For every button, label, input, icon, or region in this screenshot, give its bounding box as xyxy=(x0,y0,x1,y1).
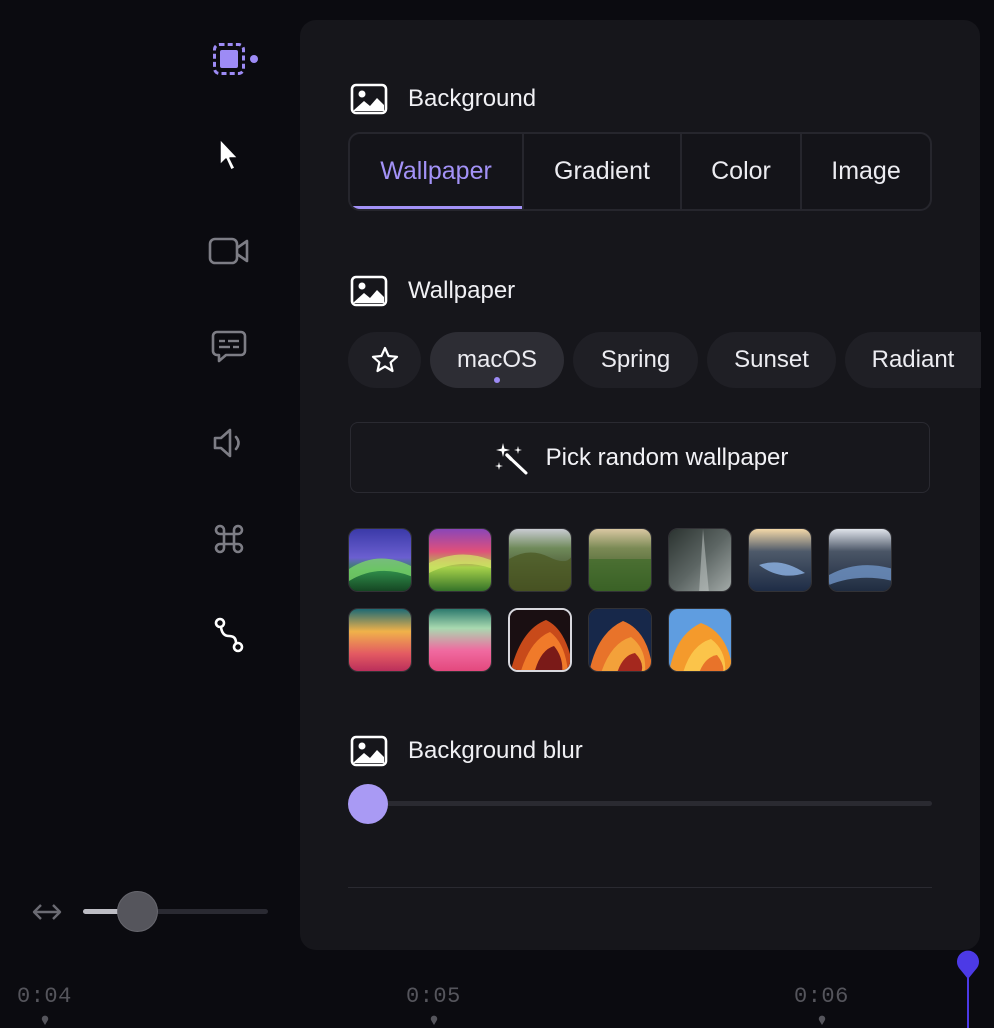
timeline-tick-marker xyxy=(41,1015,49,1025)
pick-random-wallpaper-button[interactable]: Pick random wallpaper xyxy=(350,422,930,493)
favorites-chip[interactable] xyxy=(348,332,421,388)
wallpaper-thumbnail[interactable] xyxy=(588,528,652,592)
magic-wand-icon xyxy=(494,442,528,474)
active-indicator-dot xyxy=(250,55,258,63)
wallpaper-thumbnail[interactable] xyxy=(348,608,412,672)
chip-radiant[interactable]: Radiant xyxy=(845,332,981,388)
wallpaper-thumbnail[interactable] xyxy=(748,528,812,592)
chip-label: macOS xyxy=(456,346,537,373)
panel-divider xyxy=(348,887,932,888)
image-icon xyxy=(350,82,388,116)
wallpaper-thumbnail[interactable] xyxy=(428,608,492,672)
path-tool-button[interactable] xyxy=(204,610,254,660)
selection-tool-button[interactable] xyxy=(204,34,258,84)
star-icon xyxy=(371,346,398,373)
playhead-line xyxy=(967,972,969,1028)
wallpaper-thumbnail[interactable] xyxy=(348,528,412,592)
tab-gradient[interactable]: Gradient xyxy=(524,134,682,209)
chip-label: Spring xyxy=(600,346,671,373)
tab-wallpaper[interactable]: Wallpaper xyxy=(350,134,524,209)
audio-icon xyxy=(213,428,240,458)
chip-label: Sunset xyxy=(734,346,809,373)
background-section-header: Background xyxy=(350,82,536,116)
audio-tool-button[interactable] xyxy=(204,418,254,468)
wallpaper-thumbnail[interactable] xyxy=(668,528,732,592)
wallpaper-thumbnail[interactable] xyxy=(828,528,892,592)
image-icon xyxy=(350,734,388,768)
wallpaper-thumbnail[interactable] xyxy=(428,528,492,592)
wallpaper-title: Wallpaper xyxy=(408,277,516,304)
timeline-tick-marker xyxy=(818,1015,826,1025)
background-title: Background xyxy=(408,85,537,112)
keyboard-shortcut-icon xyxy=(214,524,244,554)
zoom-slider-thumb[interactable] xyxy=(117,891,158,932)
image-icon xyxy=(350,274,388,308)
resize-horizontal-icon xyxy=(28,896,66,928)
chip-sunset[interactable]: Sunset xyxy=(707,332,836,388)
camera-tool-button[interactable] xyxy=(204,226,254,276)
background-blur-slider-thumb[interactable] xyxy=(348,784,388,824)
background-type-tabs: Wallpaper Gradient Color Image xyxy=(348,132,932,211)
wallpaper-thumbnail[interactable] xyxy=(508,528,572,592)
timeline-label: 0:04 xyxy=(17,984,72,1009)
captions-tool-button[interactable] xyxy=(204,322,254,372)
timeline-label: 0:05 xyxy=(406,984,461,1009)
wallpaper-thumbnail-selected[interactable] xyxy=(508,608,572,672)
keyboard-tool-button[interactable] xyxy=(204,514,254,564)
wallpaper-thumbnail[interactable] xyxy=(588,608,652,672)
timeline-tick-marker xyxy=(430,1015,438,1025)
captions-icon xyxy=(211,330,247,363)
background-blur-title: Background blur xyxy=(408,737,583,764)
active-indicator-dot xyxy=(494,377,500,383)
timeline[interactable]: 0:04 0:05 0:06 xyxy=(0,950,994,1028)
tab-image[interactable]: Image xyxy=(802,134,930,209)
pick-random-wallpaper-label: Pick random wallpaper xyxy=(545,443,789,471)
chip-spring[interactable]: Spring xyxy=(573,332,698,388)
background-blur-section-header: Background blur xyxy=(350,734,583,768)
playhead-handle[interactable] xyxy=(955,950,981,980)
cursor-icon xyxy=(219,138,239,171)
path-icon xyxy=(214,617,244,653)
tool-rail xyxy=(0,0,300,960)
zoom-slider-track[interactable] xyxy=(83,909,268,914)
timeline-label: 0:06 xyxy=(794,984,849,1009)
tab-color[interactable]: Color xyxy=(682,134,802,209)
chip-macos[interactable]: macOS xyxy=(430,332,564,388)
wallpaper-section-header: Wallpaper xyxy=(350,274,515,308)
wallpaper-category-chips: macOS Spring Sunset Radiant xyxy=(348,332,981,388)
background-settings-panel: Background Wallpaper Gradient Color Imag… xyxy=(300,20,981,950)
background-blur-slider-track[interactable] xyxy=(358,801,932,806)
wallpaper-thumbnail[interactable] xyxy=(668,608,732,672)
cursor-tool-button[interactable] xyxy=(204,130,254,180)
chip-label: Radiant xyxy=(871,346,955,373)
camera-icon xyxy=(208,237,249,265)
selection-icon xyxy=(213,43,245,75)
